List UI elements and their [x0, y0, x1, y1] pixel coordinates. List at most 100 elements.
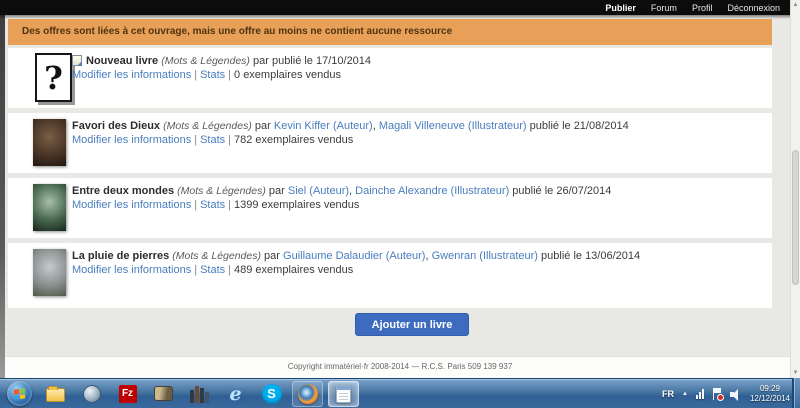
link-separator: | [194, 199, 197, 211]
link-separator: | [228, 264, 231, 276]
book-published: publié le 26/07/2014 [512, 185, 611, 197]
author-link[interactable]: Siel (Auteur) [288, 185, 349, 197]
book-row: Entre deux mondes (Mots & Légendes) par … [8, 178, 772, 238]
nav-deconnexion[interactable]: Déconnexion [727, 3, 780, 13]
book-title: Nouveau livre [86, 55, 158, 67]
stats-link[interactable]: Stats [200, 264, 225, 276]
taskbar-item-firefox[interactable] [292, 381, 323, 407]
books-icon [190, 385, 209, 403]
notepad-icon [336, 385, 351, 403]
page: Publier Forum Profil Déconnexion Des off… [0, 0, 800, 408]
author-link[interactable]: Guillaume Dalaudier (Auteur) [283, 250, 425, 262]
nav-profil[interactable]: Profil [692, 3, 713, 13]
book-title-row: Entre deux mondes (Mots & Légendes) par … [72, 185, 762, 198]
book-title-row: Nouveau livre (Mots & Légendes) par publ… [72, 55, 762, 68]
book-authors: Kevin Kiffer (Auteur), Magali Villeneuve… [274, 120, 527, 132]
globe-icon [83, 385, 101, 403]
stats-link[interactable]: Stats [200, 134, 225, 146]
taskbar-item-network-app[interactable] [76, 381, 107, 407]
scroll-down-arrow[interactable]: ▼ [791, 368, 800, 378]
book-cover[interactable]: ? [35, 53, 72, 102]
par-label: par [269, 185, 285, 197]
top-bar-shadow [0, 15, 800, 19]
nav-forum[interactable]: Forum [651, 3, 677, 13]
window-edge [0, 15, 5, 378]
scrollbar-thumb[interactable] [792, 150, 799, 285]
par-label: par [264, 250, 280, 262]
edit-info-link[interactable]: Modifier les informations [72, 199, 191, 211]
add-book-button[interactable]: Ajouter un livre [355, 313, 469, 336]
book-title-row: Favori des Dieux (Mots & Légendes) par K… [72, 120, 762, 133]
action-center-icon[interactable] [712, 388, 722, 400]
sold-count: 0 exemplaires vendus [234, 69, 341, 81]
link-separator: | [194, 69, 197, 81]
book-collection: (Mots & Légendes) [172, 250, 261, 262]
book-links-row: Modifier les informations|Stats|782 exem… [72, 134, 762, 147]
author-link[interactable]: Gwenran (Illustrateur) [432, 250, 538, 262]
taskbar-item-notepad[interactable] [328, 381, 359, 407]
skype-icon: S [262, 384, 282, 404]
book-collection: (Mots & Légendes) [161, 55, 250, 67]
link-separator: | [194, 264, 197, 276]
taskbar-item-internet-explorer[interactable]: e [220, 381, 251, 407]
stats-link[interactable]: Stats [200, 69, 225, 81]
edit-info-link[interactable]: Modifier les informations [72, 134, 191, 146]
edit-info-link[interactable]: Modifier les informations [72, 69, 191, 81]
book-links-row: Modifier les informations|Stats|0 exempl… [72, 69, 762, 82]
clock-time: 09:29 [750, 384, 790, 394]
folder-icon [46, 388, 65, 402]
clock-date: 12/12/2014 [750, 394, 790, 404]
tray-expand-icon[interactable]: ▲ [682, 391, 688, 397]
book-collection: (Mots & Légendes) [177, 185, 266, 197]
taskbar-item-filezilla[interactable]: Fz [112, 381, 143, 407]
volume-icon[interactable] [730, 388, 742, 400]
book-cover[interactable] [33, 119, 66, 166]
book-links-row: Modifier les informations|Stats|489 exem… [72, 264, 762, 277]
taskbar-item-game[interactable] [148, 381, 179, 407]
sold-count: 782 exemplaires vendus [234, 134, 353, 146]
browser-scrollbar[interactable]: ▲ ▼ [790, 0, 800, 378]
link-separator: | [228, 199, 231, 211]
book-title-row: La pluie de pierres (Mots & Légendes) pa… [72, 250, 762, 263]
book-authors: Guillaume Dalaudier (Auteur), Gwenran (I… [283, 250, 538, 262]
link-separator: | [228, 134, 231, 146]
start-button[interactable] [7, 381, 32, 406]
book-title: Favori des Dieux [72, 120, 160, 132]
nav-publier[interactable]: Publier [605, 3, 636, 13]
game-icon [154, 386, 173, 401]
taskbar-item-skype[interactable]: S [256, 381, 287, 407]
author-link[interactable]: Dainche Alexandre (Illustrateur) [355, 185, 509, 197]
book-list: ? Nouveau livre (Mots & Légendes) par pu… [8, 48, 772, 313]
book-title: Entre deux mondes [72, 185, 174, 197]
top-navigation: Publier Forum Profil Déconnexion [605, 0, 780, 15]
new-page-icon [72, 55, 82, 66]
taskbar-item-explorer[interactable] [40, 381, 71, 407]
show-desktop-button[interactable] [792, 378, 800, 408]
book-title: La pluie de pierres [72, 250, 169, 262]
clock[interactable]: 09:29 12/12/2014 [750, 384, 790, 404]
book-cover[interactable] [33, 184, 66, 231]
network-icon[interactable] [696, 389, 704, 399]
author-link[interactable]: Kevin Kiffer (Auteur) [274, 120, 373, 132]
taskbar-items: Fz e S [40, 381, 359, 407]
stats-link[interactable]: Stats [200, 199, 225, 211]
taskbar-item-library[interactable] [184, 381, 215, 407]
system-tray: FR ▲ 09:29 12/12/2014 [662, 379, 790, 408]
scroll-up-arrow[interactable]: ▲ [791, 0, 800, 10]
filezilla-icon: Fz [119, 385, 137, 403]
author-link[interactable]: Magali Villeneuve (Illustrateur) [379, 120, 527, 132]
book-info: Nouveau livre (Mots & Légendes) par publ… [72, 55, 762, 82]
internet-explorer-icon: e [229, 385, 241, 403]
edit-info-link[interactable]: Modifier les informations [72, 264, 191, 276]
par-label: par [255, 120, 271, 132]
book-row: La pluie de pierres (Mots & Légendes) pa… [8, 243, 772, 308]
sold-count: 1399 exemplaires vendus [234, 199, 359, 211]
language-indicator[interactable]: FR [662, 389, 674, 399]
warning-banner: Des offres sont liées à cet ouvrage, mai… [8, 19, 772, 45]
link-separator: | [194, 134, 197, 146]
windows-logo-icon [14, 388, 25, 399]
book-published: publié le 13/06/2014 [541, 250, 640, 262]
book-info: Favori des Dieux (Mots & Légendes) par K… [72, 120, 762, 147]
link-separator: | [228, 69, 231, 81]
book-cover[interactable] [33, 249, 66, 296]
